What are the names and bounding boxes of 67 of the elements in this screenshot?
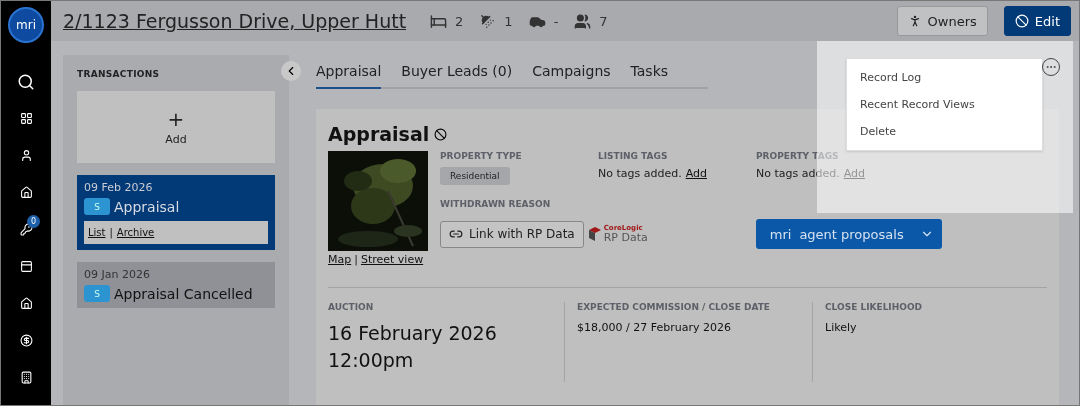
key-icon[interactable] [19, 223, 33, 236]
tab[interactable]: Appraisal [316, 61, 382, 89]
field-label: PROPERTY TAGS [756, 151, 840, 161]
field-value: Likely [825, 320, 858, 336]
edit-button[interactable]: Edit [1003, 6, 1071, 36]
tab[interactable]: Campaigns [532, 61, 611, 89]
transaction-date: 09 Feb 2026 [84, 181, 154, 194]
search-icon[interactable] [17, 72, 35, 91]
field-value: No tags added. [756, 167, 840, 180]
transaction-title: Appraisal Cancelled [114, 285, 253, 302]
board-icon[interactable] [19, 260, 33, 273]
building-icon[interactable] [19, 371, 33, 384]
transaction-card[interactable]: 09 Feb 2026 S Appraisal List | Archive [77, 175, 275, 250]
bed-icon [430, 12, 448, 30]
house-icon[interactable] [19, 297, 33, 310]
transaction-date: 09 Jan 2026 [84, 268, 151, 281]
slash-circle-icon [1014, 14, 1029, 28]
link-rp-data-button[interactable]: Link with RP Data [440, 220, 584, 248]
status-badge: S [84, 198, 110, 215]
field-value: 16 February 2026 12:00pm [328, 321, 498, 373]
transaction-title: Appraisal [114, 198, 180, 215]
field-label: PROPERTY TYPE [440, 151, 523, 161]
collapse-button[interactable] [281, 61, 301, 81]
link[interactable]: Street view [360, 253, 424, 266]
transaction-card[interactable]: 09 Jan 2026 S Appraisal Cancelled [77, 262, 275, 308]
field-label: WITHDRAWN REASON [440, 199, 552, 209]
shower-icon [479, 12, 497, 30]
field-label: AUCTION [328, 302, 375, 312]
stat-value: 7 [599, 13, 608, 29]
field-label: LISTING TAGS [598, 151, 669, 161]
stat-value: 1 [504, 13, 513, 29]
menu-item[interactable]: Recent Record Views [847, 91, 1042, 118]
link-icon [449, 227, 463, 241]
card-title: Appraisal [328, 123, 430, 145]
panel-heading: TRANSACTIONS [77, 69, 161, 79]
menu-item[interactable]: Delete [847, 118, 1042, 145]
add-link[interactable]: Add [685, 167, 707, 180]
field-value: $18,000 / 27 February 2026 [577, 320, 732, 336]
logo-text: RP Data [603, 232, 648, 243]
property-title[interactable]: 2/1123 Fergusson Drive, Upper Hutt [63, 10, 407, 32]
agent-proposals-button[interactable]: mri agent proposals [755, 219, 942, 249]
field-label: CLOSE LIKELIHOOD [825, 302, 924, 312]
stat-value: 2 [455, 13, 464, 29]
tab[interactable]: Tasks [630, 61, 669, 89]
cube-icon [587, 226, 602, 242]
tab[interactable]: Buyer Leads (0) [401, 61, 513, 89]
logo[interactable]: mri [8, 7, 44, 43]
stat-value: - [553, 13, 559, 29]
link[interactable]: Archive [116, 227, 155, 238]
type-tag: Residential [440, 167, 510, 185]
owners-button[interactable]: Owners [896, 6, 988, 36]
separator: | [109, 227, 113, 238]
menu-item[interactable]: Record Log [847, 64, 1042, 91]
home-icon[interactable] [19, 186, 33, 199]
separator: | [354, 253, 358, 266]
edit-icon[interactable] [434, 127, 448, 141]
link[interactable]: List [88, 227, 106, 238]
status-badge: S [84, 285, 110, 302]
field-value: No tags added. [598, 167, 682, 180]
link[interactable]: Map [328, 253, 352, 266]
people-icon [574, 12, 592, 30]
count-badge: 0 [27, 215, 40, 228]
field-label: EXPECTED COMMISSION / CLOSE DATE [577, 302, 771, 312]
user-icon[interactable] [19, 149, 33, 162]
grid-icon[interactable] [19, 112, 33, 125]
dollar-icon[interactable] [19, 334, 33, 347]
add-button[interactable]: + Add [77, 91, 275, 163]
